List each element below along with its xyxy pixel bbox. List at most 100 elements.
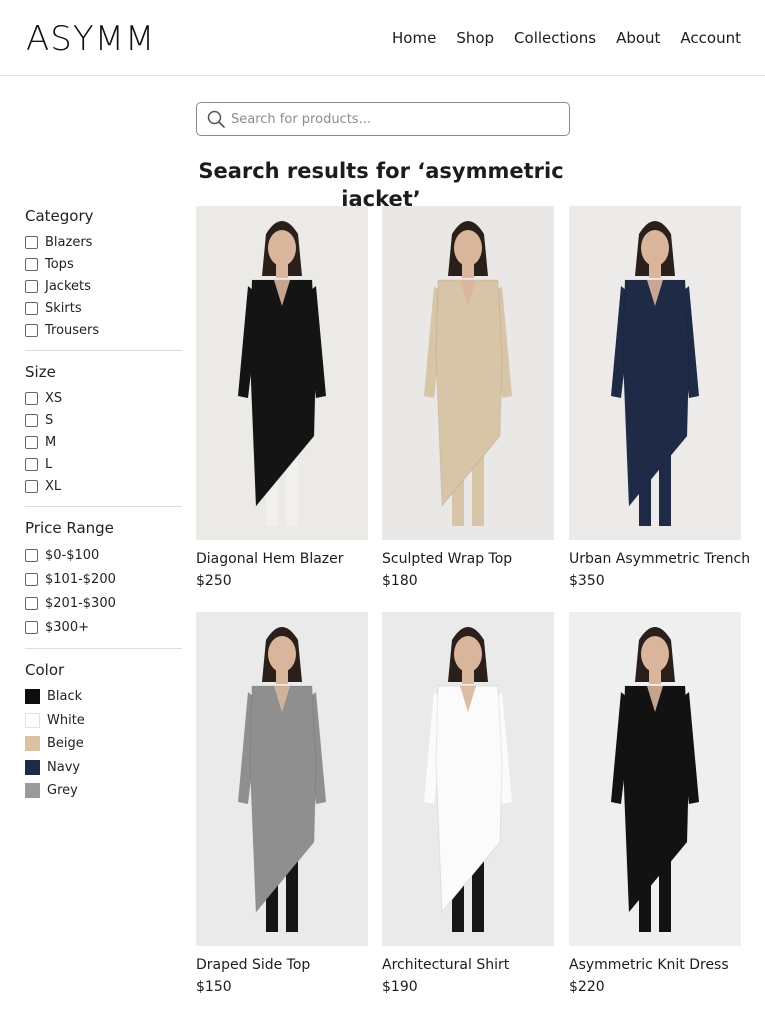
checkbox[interactable]	[25, 323, 38, 337]
checkbox[interactable]	[25, 257, 38, 271]
product-card[interactable]: Sculpted Wrap Top $180	[382, 206, 554, 590]
product-price: $180	[382, 573, 418, 589]
product-card[interactable]: Architectural Shirt $190	[382, 612, 554, 996]
color-swatch[interactable]	[25, 689, 40, 705]
model-figure	[424, 627, 512, 932]
filter-option-l[interactable]: L	[25, 453, 182, 475]
option-label: $300+	[45, 619, 89, 635]
product-price: $250	[196, 573, 232, 589]
checkbox[interactable]	[25, 596, 38, 610]
filter-option-navy[interactable]: Navy	[25, 756, 182, 780]
option-label: Navy	[47, 759, 81, 775]
product-image[interactable]	[382, 206, 554, 540]
color-swatch[interactable]	[25, 759, 40, 775]
option-label: Skirts	[45, 300, 82, 316]
search-input[interactable]	[231, 111, 551, 127]
filter-option-skirts[interactable]: Skirts	[25, 297, 182, 319]
model-figure	[238, 221, 326, 526]
filter-heading-color: Color	[25, 661, 65, 679]
model-figure	[238, 627, 326, 932]
product-card[interactable]: Urban Asymmetric Trench $350	[569, 206, 750, 590]
checkbox[interactable]	[25, 457, 38, 471]
nav-shop[interactable]: Shop	[456, 28, 494, 48]
product-card[interactable]: Asymmetric Knit Dress $220	[569, 612, 741, 996]
product-image[interactable]	[569, 612, 741, 946]
product-image[interactable]	[569, 206, 741, 540]
filter-option-tops[interactable]: Tops	[25, 253, 182, 275]
product-name[interactable]: Architectural Shirt	[382, 956, 554, 974]
filter-color: Color Black White Beige Navy Grey	[25, 648, 182, 812]
brand-logo[interactable]: ASYMM	[26, 19, 155, 59]
option-label: Grey	[47, 783, 78, 799]
filter-option-white[interactable]: White	[25, 709, 182, 733]
option-label: Tops	[45, 256, 74, 272]
checkbox[interactable]	[25, 548, 38, 562]
checkbox[interactable]	[25, 413, 38, 427]
search-icon[interactable]	[197, 103, 231, 135]
filter-option-s[interactable]: S	[25, 409, 182, 431]
option-label: L	[45, 456, 53, 472]
filter-option-jackets[interactable]: Jackets	[25, 275, 182, 297]
color-swatch[interactable]	[25, 712, 40, 728]
product-image[interactable]	[196, 612, 368, 946]
product-name[interactable]: Sculpted Wrap Top	[382, 550, 554, 568]
filter-option-price-201-300[interactable]: $201-$300	[25, 591, 182, 615]
filter-option-price-0-100[interactable]: $0-$100	[25, 543, 182, 567]
filter-option-beige[interactable]: Beige	[25, 732, 182, 756]
checkbox[interactable]	[25, 391, 38, 405]
option-label: $0-$100	[45, 547, 100, 563]
filter-option-trousers[interactable]: Trousers	[25, 319, 182, 341]
filter-heading-price: Price Range	[25, 519, 114, 537]
option-label: Black	[47, 689, 83, 705]
product-price: $190	[382, 979, 418, 995]
option-label: XS	[45, 390, 63, 406]
product-card[interactable]: Diagonal Hem Blazer $250	[196, 206, 368, 590]
product-name[interactable]: Draped Side Top	[196, 956, 368, 974]
model-figure	[611, 221, 699, 526]
product-price: $350	[569, 573, 605, 589]
product-image[interactable]	[382, 612, 554, 946]
product-name[interactable]: Urban Asymmetric Trench	[569, 550, 750, 568]
filter-option-black[interactable]: Black	[25, 685, 182, 709]
checkbox[interactable]	[25, 479, 38, 493]
checkbox[interactable]	[25, 301, 38, 315]
option-label: S	[45, 412, 54, 428]
product-price: $150	[196, 979, 232, 995]
checkbox[interactable]	[25, 279, 38, 293]
filter-option-grey[interactable]: Grey	[25, 779, 182, 803]
nav-account[interactable]: Account	[680, 28, 741, 48]
filter-option-xs[interactable]: XS	[25, 387, 182, 409]
product-image[interactable]	[196, 206, 368, 540]
option-label: $201-$300	[45, 595, 116, 611]
checkbox[interactable]	[25, 235, 38, 249]
filter-category: Category Blazers Tops Jackets Skirts Tro…	[25, 205, 182, 350]
nav-about[interactable]: About	[616, 28, 660, 48]
product-card[interactable]: Draped Side Top $150	[196, 612, 368, 996]
checkbox[interactable]	[25, 572, 38, 586]
filter-option-blazers[interactable]: Blazers	[25, 231, 182, 253]
filter-option-m[interactable]: M	[25, 431, 182, 453]
color-swatch[interactable]	[25, 783, 40, 799]
checkbox[interactable]	[25, 435, 38, 449]
option-label: Beige	[47, 736, 84, 752]
product-price: $220	[569, 979, 605, 995]
nav-home[interactable]: Home	[392, 28, 436, 48]
option-label: Trousers	[45, 322, 100, 338]
filter-price: Price Range $0-$100 $101-$200 $201-$300 …	[25, 506, 182, 648]
option-label: $101-$200	[45, 571, 116, 587]
filter-heading-size: Size	[25, 363, 56, 381]
filter-size: Size XS S M L XL	[25, 350, 182, 506]
product-name[interactable]: Asymmetric Knit Dress	[569, 956, 741, 974]
filter-sidebar: Category Blazers Tops Jackets Skirts Tro…	[25, 205, 182, 812]
filter-heading-category: Category	[25, 207, 94, 225]
nav-collections[interactable]: Collections	[514, 28, 596, 48]
filter-option-price-101-200[interactable]: $101-$200	[25, 567, 182, 591]
checkbox[interactable]	[25, 620, 38, 634]
color-swatch[interactable]	[25, 736, 40, 752]
model-figure	[611, 627, 699, 932]
filter-option-price-300-plus[interactable]: $300+	[25, 615, 182, 639]
filter-option-xl[interactable]: XL	[25, 475, 182, 497]
product-name[interactable]: Diagonal Hem Blazer	[196, 550, 368, 568]
option-label: XL	[45, 478, 62, 494]
option-label: White	[47, 712, 85, 728]
